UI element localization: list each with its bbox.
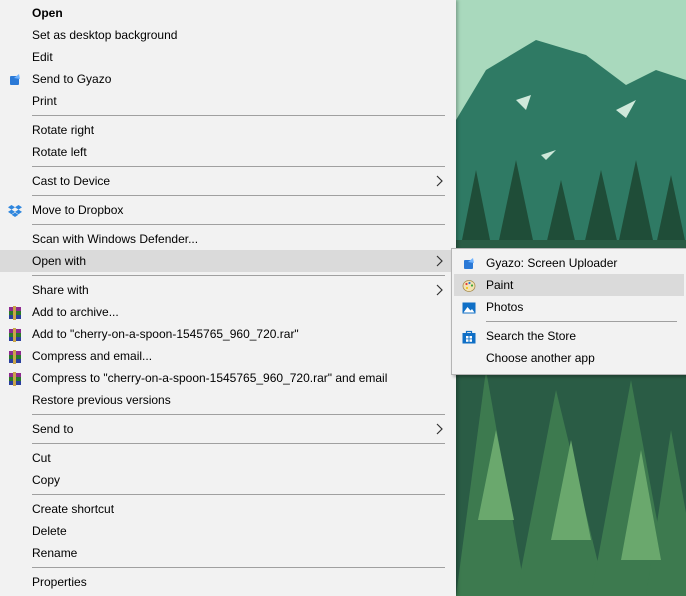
menu-item-move-to-dropbox[interactable]: Move to Dropbox xyxy=(0,199,456,221)
menu-separator xyxy=(32,275,445,276)
menu-item-label: Copy xyxy=(32,473,61,487)
paint-palette-icon xyxy=(462,278,476,292)
menu-item-copy[interactable]: Copy xyxy=(0,469,456,491)
menu-item-open-with[interactable]: Open with xyxy=(0,250,456,272)
menu-item-send-to[interactable]: Send to xyxy=(0,418,456,440)
menu-separator xyxy=(32,166,445,167)
menu-item-rotate-right[interactable]: Rotate right xyxy=(0,119,456,141)
submenu-item-photos[interactable]: Photos xyxy=(454,296,684,318)
winrar-icon xyxy=(8,305,22,320)
menu-item-send-to-gyazo[interactable]: Send to Gyazo xyxy=(0,68,456,90)
menu-item-label: Edit xyxy=(32,50,53,64)
submenu-item-label: Search the Store xyxy=(486,329,577,343)
dropbox-icon xyxy=(8,203,22,217)
menu-separator xyxy=(32,224,445,225)
chevron-right-icon xyxy=(433,250,447,272)
open-with-submenu: Gyazo: Screen Uploader Paint Photos Sear… xyxy=(451,248,686,375)
menu-item-label: Rename xyxy=(32,546,78,560)
winrar-icon xyxy=(8,327,22,342)
menu-separator xyxy=(32,414,445,415)
menu-item-label: Send to Gyazo xyxy=(32,72,112,86)
menu-item-label: Send to xyxy=(32,422,74,436)
menu-item-print[interactable]: Print xyxy=(0,90,456,112)
menu-item-label: Properties xyxy=(32,575,87,589)
menu-item-label: Cast to Device xyxy=(32,174,111,188)
menu-item-label: Delete xyxy=(32,524,67,538)
menu-item-label: Move to Dropbox xyxy=(32,203,124,217)
menu-item-share-with[interactable]: Share with xyxy=(0,279,456,301)
submenu-item-search-store[interactable]: Search the Store xyxy=(454,325,684,347)
menu-item-label: Compress and email... xyxy=(32,349,153,363)
store-icon xyxy=(462,329,476,344)
menu-item-add-to-archive[interactable]: Add to archive... xyxy=(0,301,456,323)
menu-item-delete[interactable]: Delete xyxy=(0,520,456,542)
photos-icon xyxy=(462,300,476,314)
menu-item-rename[interactable]: Rename xyxy=(0,542,456,564)
winrar-icon xyxy=(8,349,22,364)
menu-item-label: Set as desktop background xyxy=(32,28,178,42)
menu-item-cut[interactable]: Cut xyxy=(0,447,456,469)
menu-item-create-shortcut[interactable]: Create shortcut xyxy=(0,498,456,520)
menu-item-add-to-rar[interactable]: Add to "cherry-on-a-spoon-1545765_960_72… xyxy=(0,323,456,345)
menu-separator xyxy=(32,494,445,495)
menu-item-label: Add to archive... xyxy=(32,305,119,319)
menu-separator xyxy=(32,567,445,568)
menu-item-edit[interactable]: Edit xyxy=(0,46,456,68)
menu-item-label: Open with xyxy=(32,254,87,268)
submenu-separator xyxy=(486,321,677,322)
menu-item-label: Rotate left xyxy=(32,145,87,159)
submenu-item-label: Photos xyxy=(486,300,524,314)
menu-separator xyxy=(32,195,445,196)
menu-item-restore-previous-versions[interactable]: Restore previous versions xyxy=(0,389,456,411)
menu-separator xyxy=(32,443,445,444)
context-menu: Open Set as desktop background Edit Send… xyxy=(0,0,456,596)
submenu-item-paint[interactable]: Paint xyxy=(454,274,684,296)
menu-item-label: Create shortcut xyxy=(32,502,115,516)
menu-item-compress-rar-and-email[interactable]: Compress to "cherry-on-a-spoon-1545765_9… xyxy=(0,367,456,389)
menu-item-label: Compress to "cherry-on-a-spoon-1545765_9… xyxy=(32,371,388,385)
gyazo-icon xyxy=(8,72,22,86)
menu-item-label: Print xyxy=(32,94,57,108)
menu-item-cast-to-device[interactable]: Cast to Device xyxy=(0,170,456,192)
menu-item-compress-and-email[interactable]: Compress and email... xyxy=(0,345,456,367)
chevron-right-icon xyxy=(433,279,447,301)
gyazo-icon xyxy=(462,256,476,270)
menu-item-label: Restore previous versions xyxy=(32,393,171,407)
menu-separator xyxy=(32,115,445,116)
menu-item-label: Share with xyxy=(32,283,89,297)
menu-item-label: Open xyxy=(32,6,63,20)
menu-item-set-desktop-background[interactable]: Set as desktop background xyxy=(0,24,456,46)
chevron-right-icon xyxy=(433,170,447,192)
menu-item-label: Scan with Windows Defender... xyxy=(32,232,199,246)
menu-item-label: Add to "cherry-on-a-spoon-1545765_960_72… xyxy=(32,327,299,341)
menu-item-open[interactable]: Open xyxy=(0,2,456,24)
submenu-item-choose-another-app[interactable]: Choose another app xyxy=(454,347,684,369)
submenu-item-label: Paint xyxy=(486,278,514,292)
submenu-item-gyazo[interactable]: Gyazo: Screen Uploader xyxy=(454,252,684,274)
menu-item-label: Cut xyxy=(32,451,51,465)
menu-item-properties[interactable]: Properties xyxy=(0,571,456,593)
menu-item-rotate-left[interactable]: Rotate left xyxy=(0,141,456,163)
winrar-icon xyxy=(8,371,22,386)
menu-item-scan-defender[interactable]: Scan with Windows Defender... xyxy=(0,228,456,250)
menu-item-label: Rotate right xyxy=(32,123,95,137)
chevron-right-icon xyxy=(433,418,447,440)
submenu-item-label: Choose another app xyxy=(486,351,595,365)
submenu-item-label: Gyazo: Screen Uploader xyxy=(486,256,618,270)
